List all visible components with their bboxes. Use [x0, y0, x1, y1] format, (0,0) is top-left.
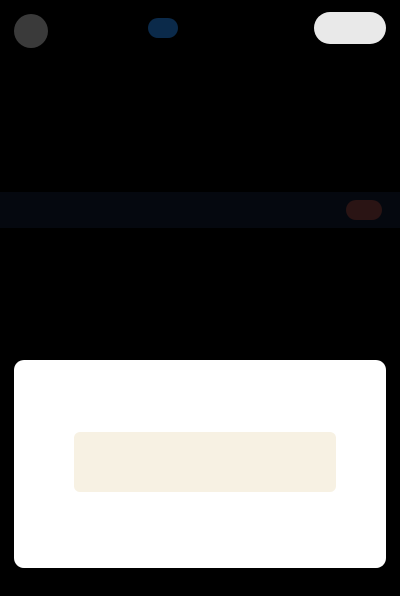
link-row[interactable] [0, 192, 400, 228]
emoji-icon [346, 200, 382, 220]
verified-badge-icon [148, 18, 178, 38]
image-card[interactable] [14, 360, 386, 568]
post-text-paragraph [16, 240, 366, 328]
post-text-paragraph [16, 86, 366, 174]
follow-button[interactable] [314, 12, 386, 44]
card-banner-text [74, 432, 336, 492]
avatar[interactable] [14, 14, 48, 48]
post-header [0, 0, 400, 64]
